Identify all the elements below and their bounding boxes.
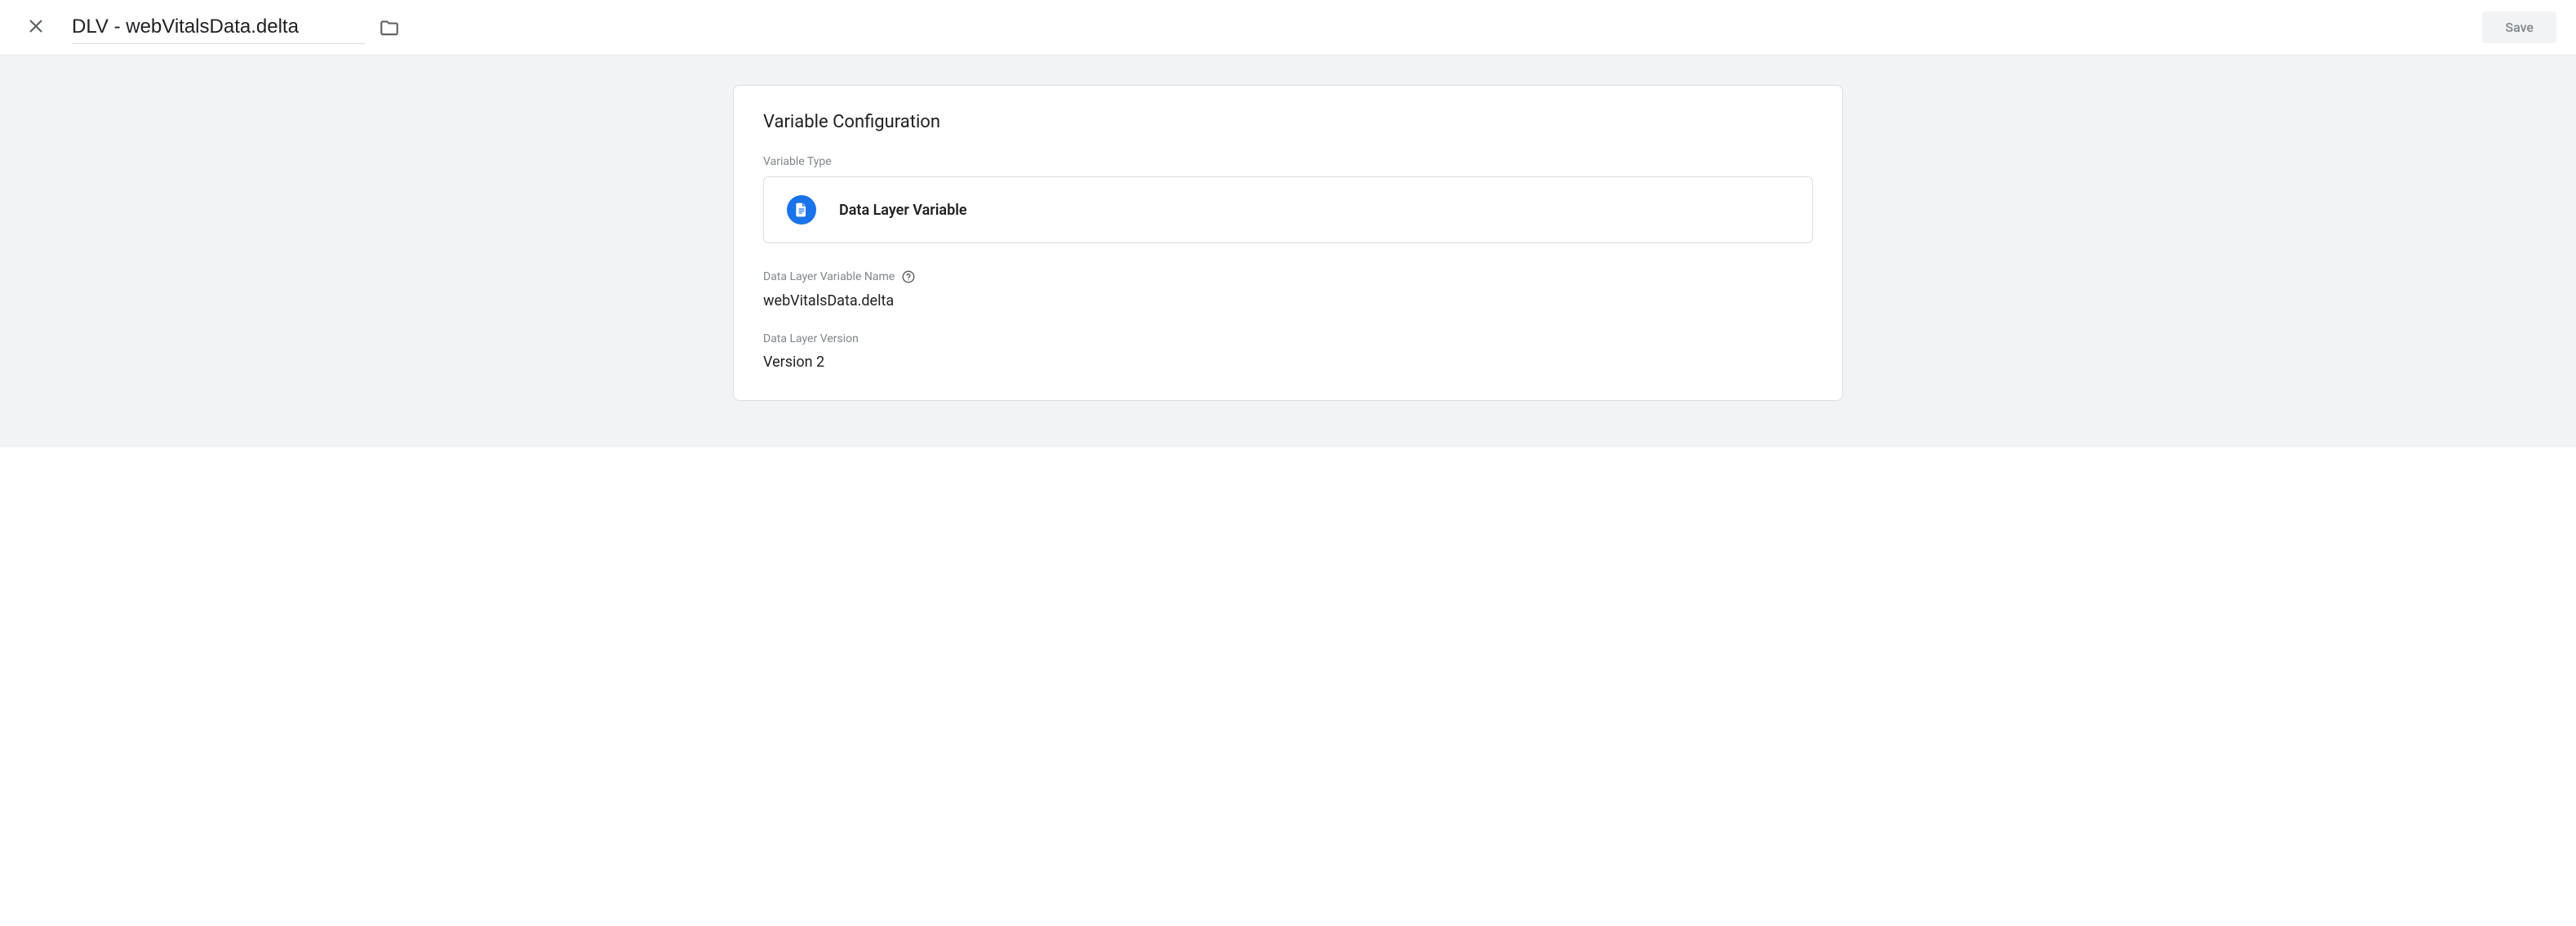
dlv-name-label: Data Layer Variable Name: [763, 269, 1813, 284]
document-icon: [787, 195, 816, 225]
config-card: Variable Configuration Variable Type Dat…: [733, 85, 1843, 401]
content-area: Variable Configuration Variable Type Dat…: [0, 56, 2576, 447]
card-title: Variable Configuration: [763, 112, 1813, 132]
variable-name-input[interactable]: [72, 11, 366, 44]
help-icon[interactable]: [901, 269, 916, 284]
close-button[interactable]: [20, 10, 52, 45]
folder-icon[interactable]: [379, 17, 400, 38]
dlv-name-value: webVitalsData.delta: [763, 292, 1813, 309]
variable-type-name: Data Layer Variable: [839, 202, 967, 219]
header-bar: Save: [0, 0, 2576, 56]
close-icon: [26, 16, 46, 38]
title-wrap: [72, 11, 2463, 44]
dlv-version-label: Data Layer Version: [763, 332, 1813, 345]
variable-type-label: Variable Type: [763, 155, 1813, 168]
dlv-version-value: Version 2: [763, 354, 1813, 371]
variable-type-selector[interactable]: Data Layer Variable: [763, 176, 1813, 243]
save-button[interactable]: Save: [2482, 11, 2556, 43]
